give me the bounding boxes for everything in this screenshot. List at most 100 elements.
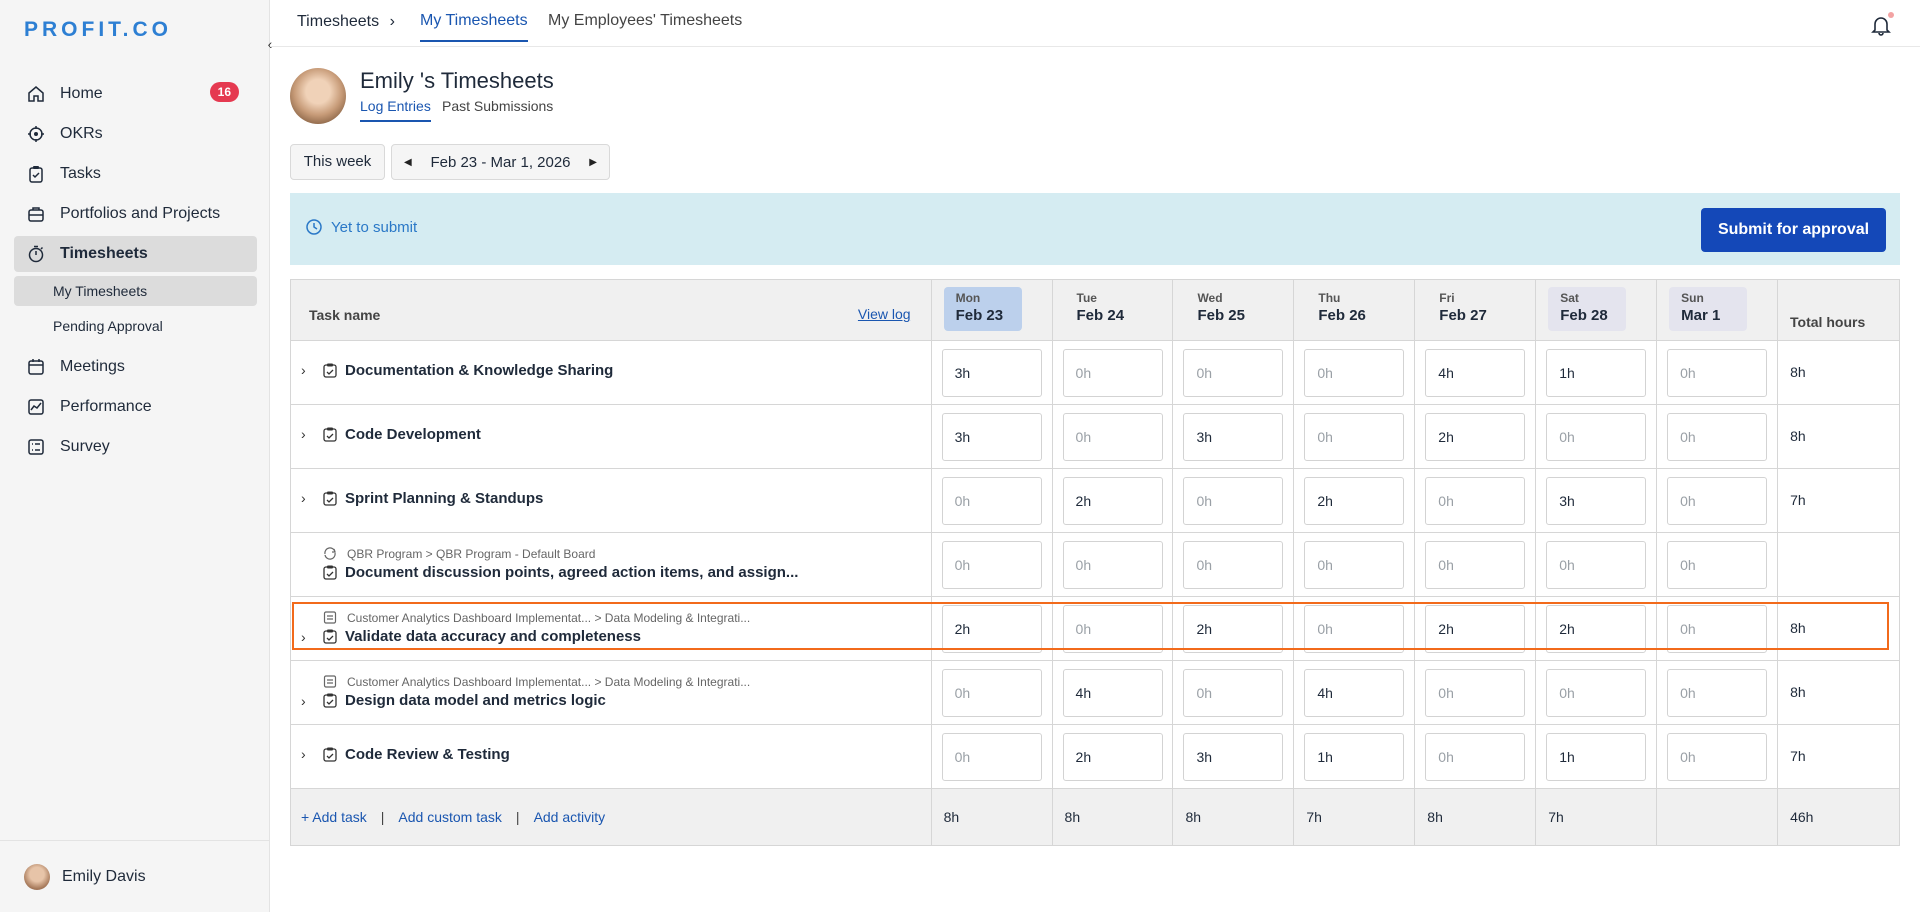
hours-input[interactable]: 0h bbox=[1667, 669, 1768, 717]
hours-input[interactable]: 0h bbox=[1062, 413, 1163, 461]
expand-chevron-icon[interactable]: › bbox=[301, 426, 306, 442]
hours-input[interactable]: 3h bbox=[1183, 733, 1284, 781]
prev-week-icon[interactable]: ◀ bbox=[404, 157, 412, 168]
hours-input[interactable]: 0h bbox=[1183, 477, 1284, 525]
add-custom-task-link[interactable]: Add custom task bbox=[398, 809, 502, 825]
notification-dot bbox=[1888, 12, 1894, 18]
hours-input[interactable]: 2h bbox=[941, 605, 1042, 653]
day-cell: 0h bbox=[1294, 533, 1416, 596]
hours-input[interactable]: 1h bbox=[1304, 733, 1405, 781]
hours-input[interactable]: 2h bbox=[1425, 605, 1526, 653]
hours-input[interactable]: 0h bbox=[1425, 733, 1526, 781]
hours-input[interactable]: 1h bbox=[1546, 349, 1647, 397]
expand-chevron-icon[interactable]: › bbox=[301, 362, 306, 378]
task-name[interactable]: Document discussion points, agreed actio… bbox=[345, 564, 798, 581]
task-name[interactable]: Validate data accuracy and completeness bbox=[345, 628, 641, 645]
hours-input[interactable]: 1h bbox=[1546, 733, 1647, 781]
task-name[interactable]: Design data model and metrics logic bbox=[345, 692, 606, 709]
hours-input[interactable]: 0h bbox=[1183, 349, 1284, 397]
row-total: 8h bbox=[1790, 364, 1806, 380]
view-log-link[interactable]: View log bbox=[858, 306, 911, 322]
sidebar-item-timesheets[interactable]: Timesheets bbox=[14, 236, 257, 272]
breadcrumb[interactable]: Timesheets › bbox=[297, 13, 395, 31]
sidebar-subitem-my-timesheets[interactable]: My Timesheets bbox=[14, 276, 257, 306]
hours-input[interactable]: 3h bbox=[941, 349, 1042, 397]
hours-input[interactable]: 2h bbox=[1062, 477, 1163, 525]
hours-input[interactable]: 0h bbox=[1546, 413, 1647, 461]
hours-input[interactable]: 0h bbox=[1062, 541, 1163, 589]
total-hours-header: Total hours bbox=[1790, 314, 1866, 330]
hours-input[interactable]: 0h bbox=[1062, 605, 1163, 653]
tab-employees-timesheets[interactable]: My Employees' Timesheets bbox=[548, 12, 742, 40]
hours-input[interactable]: 4h bbox=[1425, 349, 1526, 397]
hours-input[interactable]: 0h bbox=[1062, 349, 1163, 397]
day-cell: 1h bbox=[1536, 341, 1658, 404]
hours-input[interactable]: 0h bbox=[1667, 413, 1768, 461]
hours-input[interactable]: 2h bbox=[1546, 605, 1647, 653]
hours-input[interactable]: 3h bbox=[1183, 413, 1284, 461]
submit-for-approval-button[interactable]: Submit for approval bbox=[1701, 208, 1886, 252]
hours-input[interactable]: 0h bbox=[941, 669, 1042, 717]
sidebar-item-survey[interactable]: Survey bbox=[14, 429, 257, 465]
hours-input[interactable]: 0h bbox=[1183, 541, 1284, 589]
hours-input[interactable]: 2h bbox=[1304, 477, 1405, 525]
brand-logo[interactable]: PROFIT.CO bbox=[24, 18, 172, 42]
hours-input[interactable]: 0h bbox=[1546, 669, 1647, 717]
hours-input[interactable]: 0h bbox=[1667, 477, 1768, 525]
expand-chevron-icon[interactable]: › bbox=[301, 490, 306, 506]
task-name[interactable]: Sprint Planning & Standups bbox=[345, 490, 543, 507]
hours-input[interactable]: 4h bbox=[1062, 669, 1163, 717]
notification-bell-icon[interactable] bbox=[1870, 12, 1894, 36]
add-task-link[interactable]: + Add task bbox=[301, 809, 367, 825]
day-cell: 0h bbox=[1053, 341, 1174, 404]
expand-chevron-icon[interactable]: › bbox=[301, 746, 306, 762]
hours-input[interactable]: 0h bbox=[1425, 477, 1526, 525]
task-name[interactable]: Code Review & Testing bbox=[345, 746, 510, 763]
tab-log-entries[interactable]: Log Entries bbox=[360, 98, 431, 122]
hours-input[interactable]: 0h bbox=[941, 541, 1042, 589]
hours-input[interactable]: 2h bbox=[1425, 413, 1526, 461]
hours-input[interactable]: 0h bbox=[1667, 349, 1768, 397]
sidebar-item-okrs[interactable]: OKRs bbox=[14, 116, 257, 152]
table-row: › Code Review & Testing 0h 2h 3h 1h 0h 1h 0h 7h bbox=[291, 725, 1899, 789]
sidebar-item-tasks[interactable]: Tasks bbox=[14, 156, 257, 192]
user-profile[interactable]: Emily Davis bbox=[0, 840, 270, 912]
sidebar-item-meetings[interactable]: Meetings bbox=[14, 349, 257, 385]
day-date: Mar 1 bbox=[1681, 307, 1721, 324]
expand-chevron-icon[interactable]: › bbox=[301, 629, 306, 645]
hours-input[interactable]: 2h bbox=[1183, 605, 1284, 653]
this-week-button[interactable]: This week bbox=[290, 144, 385, 180]
sidebar-item-portfolios[interactable]: Portfolios and Projects bbox=[14, 196, 257, 232]
sidebar-subitem-pending-approval[interactable]: Pending Approval bbox=[14, 311, 257, 341]
hours-input[interactable]: 0h bbox=[1304, 349, 1405, 397]
tab-past-submissions[interactable]: Past Submissions bbox=[442, 98, 553, 120]
hours-input[interactable]: 0h bbox=[1304, 541, 1405, 589]
task-name[interactable]: Code Development bbox=[345, 426, 481, 443]
row-total: 8h bbox=[1790, 620, 1806, 636]
next-week-icon[interactable]: ▶ bbox=[589, 157, 597, 168]
add-activity-link[interactable]: Add activity bbox=[534, 809, 606, 825]
sidebar-item-home[interactable]: Home 16 bbox=[14, 76, 257, 112]
hours-input[interactable]: 2h bbox=[1062, 733, 1163, 781]
hours-input[interactable]: 0h bbox=[1304, 605, 1405, 653]
hours-input[interactable]: 0h bbox=[1425, 669, 1526, 717]
hours-input[interactable]: 3h bbox=[941, 413, 1042, 461]
task-name[interactable]: Documentation & Knowledge Sharing bbox=[345, 362, 613, 379]
sidebar-item-performance[interactable]: Performance bbox=[14, 389, 257, 425]
hours-input[interactable]: 0h bbox=[1546, 541, 1647, 589]
hours-input[interactable]: 0h bbox=[941, 733, 1042, 781]
expand-chevron-icon[interactable]: › bbox=[301, 693, 306, 709]
hours-input[interactable]: 0h bbox=[1667, 541, 1768, 589]
hours-input[interactable]: 0h bbox=[1425, 541, 1526, 589]
hours-input[interactable]: 0h bbox=[1183, 669, 1284, 717]
hours-input[interactable]: 0h bbox=[1667, 733, 1768, 781]
day-header-sat: Sat Feb 28 bbox=[1548, 287, 1627, 331]
hours-input[interactable]: 0h bbox=[941, 477, 1042, 525]
hours-input[interactable]: 0h bbox=[1304, 413, 1405, 461]
day-header: Wed Feb 25 bbox=[1173, 280, 1295, 340]
hours-input[interactable]: 4h bbox=[1304, 669, 1405, 717]
hours-input[interactable]: 3h bbox=[1546, 477, 1647, 525]
total-cell: 8h bbox=[1778, 341, 1899, 404]
hours-input[interactable]: 0h bbox=[1667, 605, 1768, 653]
tab-my-timesheets[interactable]: My Timesheets bbox=[420, 12, 528, 42]
